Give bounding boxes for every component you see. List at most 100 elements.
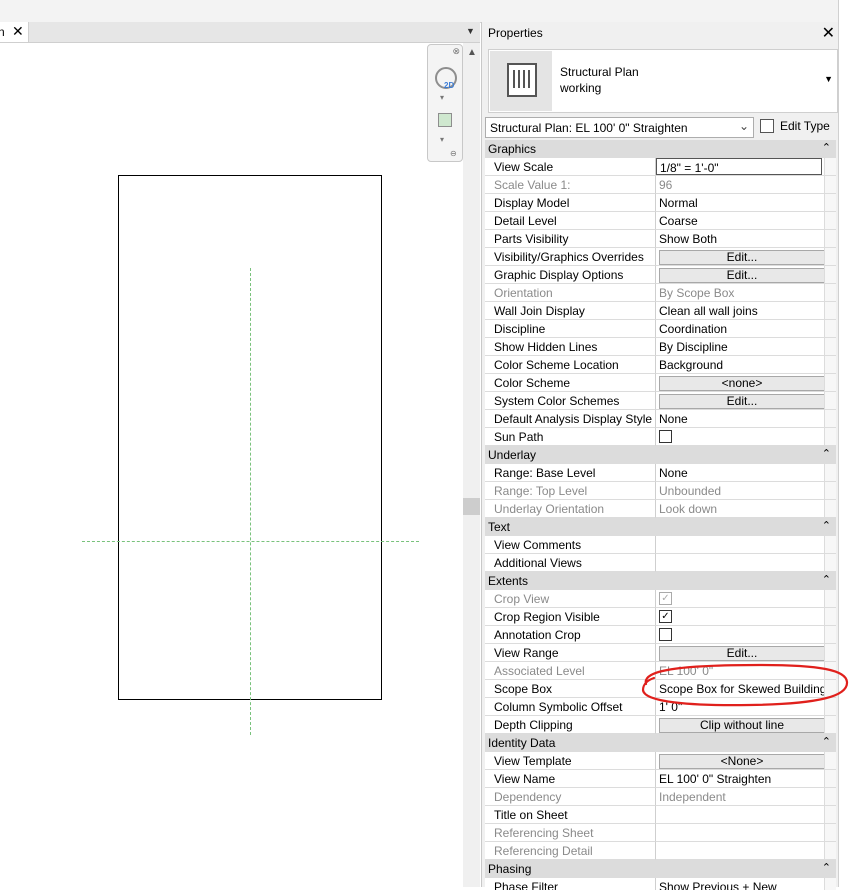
property-row: Referencing Sheet [485,824,836,842]
property-value-cell: EL 100' 0" [656,662,824,680]
property-label-cell: Annotation Crop [485,626,656,644]
chevron-double-up-icon[interactable]: ⌃ [822,735,831,748]
property-label-cell: Depth Clipping [485,716,656,734]
property-value-cell[interactable]: None [656,464,824,482]
canvas-scrollbar[interactable]: ▲ [463,43,480,887]
property-value-cell[interactable]: EL 100' 0" Straighten [656,770,824,788]
grid-scroll-gutter [824,698,836,716]
property-edit-button[interactable]: <none> [659,376,825,391]
property-value-cell[interactable]: Edit... [656,248,825,266]
category-extents[interactable]: Extents ⌃ [485,572,836,590]
property-label-cell: Scope Box [485,680,656,698]
property-edit-button[interactable]: Edit... [659,268,825,283]
property-value-cell[interactable]: Edit... [656,392,825,410]
window-edge [838,0,850,887]
property-edit-button[interactable]: Edit... [659,646,825,661]
chevron-double-up-icon[interactable]: ⌃ [822,141,831,154]
grid-scroll-gutter [824,464,836,482]
chevron-double-up-icon[interactable]: ⌃ [822,573,831,586]
grid-scroll-gutter [824,806,836,824]
checkbox-unchecked[interactable] [659,628,672,641]
property-value: Look down [659,502,718,516]
property-value-cell[interactable]: <none> [656,374,825,392]
property-value-cell[interactable]: 1/8" = 1'-0" [656,158,824,176]
category-identity-data[interactable]: Identity Data ⌃ [485,734,836,752]
property-value-cell[interactable]: Clip without line [656,716,825,734]
property-row: Additional Views [485,554,836,572]
tab-dropdown-icon[interactable]: ▼ [466,26,475,36]
property-value: Background [659,358,724,372]
property-edit-button[interactable]: <None> [659,754,825,769]
property-value-cell[interactable] [656,428,824,446]
reference-plane-horizontal[interactable] [82,541,419,542]
grid-scroll-gutter [824,644,836,662]
property-edit-button[interactable]: Edit... [659,394,825,409]
property-value-cell[interactable]: Normal [656,194,824,212]
category-graphics[interactable]: Graphics ⌃ [485,140,836,158]
zoom-menu-chevron-icon[interactable]: ▾ [440,135,444,144]
property-value-cell[interactable]: Edit... [656,644,825,662]
category-text[interactable]: Text ⌃ [485,518,836,536]
property-value-input[interactable]: 1/8" = 1'-0" [656,158,822,175]
properties-grid: Graphics ⌃ View Scale 1/8" = 1'-0" Scale Val… [485,140,836,890]
property-value-cell[interactable]: Show Both [656,230,824,248]
property-value: EL 100' 0" Straighten [659,772,772,786]
grid-scroll-gutter [824,158,836,176]
navbar-close-icon[interactable]: ⊗ [452,46,460,57]
grid-scroll-gutter [824,842,836,860]
property-value-cell[interactable]: <None> [656,752,825,770]
category-phasing[interactable]: Phasing ⌃ [485,860,836,878]
property-edit-button[interactable]: Clip without line [659,718,825,733]
property-value-cell[interactable]: By Discipline [656,338,824,356]
scroll-thumb[interactable] [463,498,480,515]
property-value-cell[interactable]: 1' 0" [656,698,824,716]
property-label-cell: View Scale [485,158,656,176]
property-row: Color Scheme <none> [485,374,836,392]
reference-plane-vertical[interactable] [250,268,251,735]
scroll-up-arrow-icon[interactable]: ▲ [467,47,477,58]
property-value-cell[interactable] [656,806,824,824]
grid-scroll-gutter [824,788,836,806]
property-value-cell[interactable]: ✓ [656,608,824,626]
navbar-options-icon[interactable]: ⊖ [450,149,457,158]
property-value-cell[interactable] [656,626,824,644]
close-icon[interactable]: ✕ [12,23,24,40]
category-underlay[interactable]: Underlay ⌃ [485,446,836,464]
property-value-cell[interactable] [656,554,824,572]
chevron-double-up-icon[interactable]: ⌃ [822,447,831,460]
edit-type-button[interactable]: Edit Type [758,117,832,136]
category-label: Identity Data [488,736,556,750]
checkbox-unchecked[interactable] [659,430,672,443]
property-edit-button[interactable]: Edit... [659,250,825,265]
wheel-menu-chevron-icon[interactable]: ▾ [440,93,444,102]
property-value-cell[interactable]: Scope Box for Skewed Building [656,680,826,698]
chevron-double-up-icon[interactable]: ⌃ [822,519,831,532]
property-value-cell[interactable]: Show Previous + New [656,878,824,890]
property-value-cell[interactable]: Coordination [656,320,824,338]
property-value-cell[interactable]: Coarse [656,212,824,230]
property-value-cell [656,824,824,842]
chevron-double-up-icon[interactable]: ⌃ [822,861,831,874]
close-icon[interactable]: ✕ [822,23,835,43]
property-label: View Name [494,772,556,786]
property-label-cell: Detail Level [485,212,656,230]
property-label-cell: Referencing Detail [485,842,656,860]
property-value-cell[interactable] [656,536,824,554]
view-tab[interactable]: n ✕ [0,22,29,42]
property-value-cell[interactable]: Clean all wall joins [656,302,824,320]
checkbox-checked[interactable]: ✓ [659,610,672,623]
type-selector[interactable]: Structural Plan working ▼ [488,49,838,113]
zoom-region-icon[interactable] [438,113,452,127]
property-row: Referencing Detail [485,842,836,860]
instance-selector[interactable]: Structural Plan: EL 100' 0" Straighten ⌄ [485,117,754,138]
property-value-cell[interactable]: Background [656,356,824,374]
property-value-cell[interactable]: Edit... [656,266,825,284]
property-value: 96 [659,178,673,192]
category-label: Text [488,520,511,534]
property-label-cell: Sun Path [485,428,656,446]
chevron-down-icon[interactable]: ▼ [824,74,833,84]
chevron-down-icon[interactable]: ⌄ [739,119,749,133]
property-value-cell[interactable]: None [656,410,824,428]
property-label-cell: Additional Views [485,554,656,572]
properties-palette: Properties ✕ Structural Plan working ▼ S… [481,22,841,890]
